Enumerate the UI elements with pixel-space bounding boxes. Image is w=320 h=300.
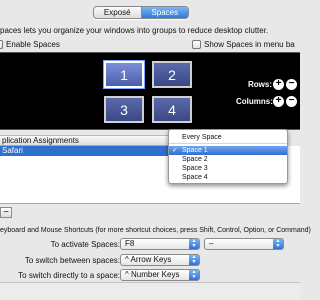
activate-spaces-modifier-value: – bbox=[209, 239, 214, 248]
switch-directly-value: ^ Number Keys bbox=[125, 270, 180, 279]
tab-bar: Exposé Spaces bbox=[93, 6, 189, 19]
columns-label: Columns: bbox=[236, 97, 273, 106]
menu-item-space-4[interactable]: Space 4 bbox=[169, 173, 287, 182]
columns-add-button[interactable]: + bbox=[273, 96, 284, 107]
popup-arrows-icon: ▲ ▼ bbox=[273, 239, 283, 249]
spaces-grid-area: 1 2 3 4 Rows: + − Columns: + − bbox=[0, 52, 300, 130]
switch-between-label: To switch between spaces: bbox=[24, 256, 120, 265]
menu-item-space-3[interactable]: Space 3 bbox=[169, 164, 287, 173]
menu-item-space-1[interactable]: ✓ Space 1 bbox=[169, 146, 287, 155]
popup-arrows-icon: ▲ ▼ bbox=[189, 255, 199, 265]
popup-arrows-icon: ▲ ▼ bbox=[189, 239, 199, 249]
description-text: paces lets you organize your windows int… bbox=[0, 26, 269, 35]
remove-assignment-button[interactable]: − bbox=[0, 207, 12, 218]
switch-directly-label: To switch directly to a space: bbox=[18, 271, 120, 280]
menu-item-space-2[interactable]: Space 2 bbox=[169, 155, 287, 164]
menu-item-every-space[interactable]: Every Space bbox=[169, 133, 287, 142]
menu-item-label: Space 1 bbox=[182, 147, 208, 154]
activate-spaces-popup[interactable]: F8 ▲ ▼ bbox=[120, 238, 200, 250]
space-tile-3[interactable]: 3 bbox=[104, 96, 144, 123]
activate-spaces-label: To activate Spaces: bbox=[50, 240, 120, 249]
tab-spaces[interactable]: Spaces bbox=[140, 7, 188, 18]
enable-spaces-row[interactable]: Enable Spaces bbox=[0, 40, 60, 49]
show-in-menu-bar-label: Show Spaces in menu ba bbox=[204, 40, 295, 49]
shortcuts-title: eyboard and Mouse Shortcuts (for more sh… bbox=[0, 227, 311, 234]
window-bottom-bar bbox=[0, 282, 300, 300]
table-row-app: Safari bbox=[2, 146, 23, 155]
tab-expose[interactable]: Exposé bbox=[94, 7, 141, 18]
switch-between-value: ^ Arrow Keys bbox=[125, 255, 172, 264]
enable-spaces-label: Enable Spaces bbox=[6, 40, 60, 49]
checkmark-icon: ✓ bbox=[172, 147, 178, 154]
show-in-menu-bar-checkbox[interactable] bbox=[192, 40, 201, 49]
columns-remove-button[interactable]: − bbox=[286, 96, 297, 107]
switch-between-popup[interactable]: ^ Arrow Keys ▲ ▼ bbox=[120, 254, 200, 266]
space-tile-1[interactable]: 1 bbox=[104, 61, 144, 88]
space-tile-4[interactable]: 4 bbox=[152, 96, 192, 123]
show-in-menu-bar-row[interactable]: Show Spaces in menu ba bbox=[192, 40, 295, 49]
switch-directly-popup[interactable]: ^ Number Keys ▲ ▼ bbox=[120, 269, 200, 281]
rows-label: Rows: bbox=[248, 80, 272, 89]
space-tile-2[interactable]: 2 bbox=[152, 61, 192, 88]
popup-arrows-icon: ▲ ▼ bbox=[189, 270, 199, 280]
rows-add-button[interactable]: + bbox=[273, 79, 284, 90]
activate-spaces-value: F8 bbox=[125, 239, 135, 248]
activate-spaces-modifier-popup[interactable]: – ▲ ▼ bbox=[204, 238, 284, 250]
menu-separator bbox=[169, 143, 287, 144]
enable-spaces-checkbox[interactable] bbox=[0, 40, 3, 49]
rows-remove-button[interactable]: − bbox=[286, 79, 297, 90]
space-popup-menu: Every Space ✓ Space 1 Space 2 Space 3 Sp… bbox=[168, 129, 288, 184]
